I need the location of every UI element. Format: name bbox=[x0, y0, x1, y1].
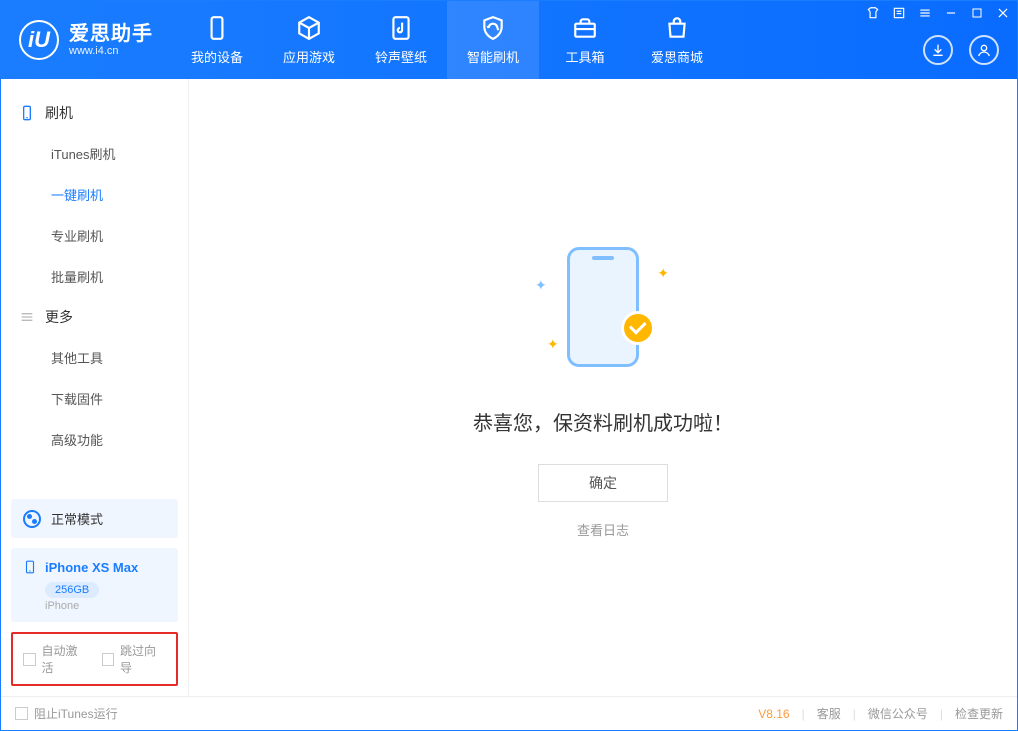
tab-label: 爱思商城 bbox=[651, 47, 703, 66]
toolbox-icon bbox=[572, 15, 598, 41]
sidebar-item-itunes-flash[interactable]: iTunes刷机 bbox=[1, 133, 188, 174]
shield-refresh-icon bbox=[480, 15, 506, 41]
body: 刷机 iTunes刷机 一键刷机 专业刷机 批量刷机 更多 其他工具 下载固件 … bbox=[1, 79, 1017, 696]
footer-link-update[interactable]: 检查更新 bbox=[955, 705, 1003, 722]
checkbox-label: 跳过向导 bbox=[120, 642, 166, 676]
tab-toolbox[interactable]: 工具箱 bbox=[539, 1, 631, 79]
sidebar-section-flash: 刷机 bbox=[1, 93, 188, 133]
sidebar-item-download-firmware[interactable]: 下载固件 bbox=[1, 378, 188, 419]
separator: | bbox=[802, 707, 805, 721]
header-right bbox=[923, 35, 999, 65]
checkbox-icon bbox=[23, 653, 36, 666]
tab-apps-games[interactable]: 应用游戏 bbox=[263, 1, 355, 79]
app-title: 爱思助手 bbox=[69, 23, 153, 45]
device-box[interactable]: iPhone XS Max 256GB iPhone bbox=[11, 548, 178, 622]
phone-icon bbox=[19, 105, 35, 121]
checkmark-badge-icon bbox=[621, 311, 655, 345]
tab-label: 我的设备 bbox=[191, 47, 243, 66]
sparkle-icon: ✦ bbox=[535, 277, 547, 294]
tab-label: 智能刷机 bbox=[467, 47, 519, 66]
close-icon[interactable] bbox=[995, 5, 1011, 21]
phone-illustration bbox=[567, 247, 639, 367]
header: iU 爱思助手 www.i4.cn 我的设备 应用游戏 铃声壁纸 智能刷机 bbox=[1, 1, 1017, 79]
checkbox-label: 阻止iTunes运行 bbox=[34, 705, 118, 722]
app-subtitle: www.i4.cn bbox=[69, 45, 153, 57]
separator: | bbox=[853, 707, 856, 721]
bottom-checks-highlighted: 自动激活 跳过向导 bbox=[11, 632, 178, 686]
tab-label: 铃声壁纸 bbox=[375, 47, 427, 66]
footer-link-wechat[interactable]: 微信公众号 bbox=[868, 705, 928, 722]
phone-icon bbox=[204, 15, 230, 41]
logo-icon: iU bbox=[19, 20, 59, 60]
maximize-icon[interactable] bbox=[969, 5, 985, 21]
list-icon bbox=[19, 309, 35, 325]
sidebar: 刷机 iTunes刷机 一键刷机 专业刷机 批量刷机 更多 其他工具 下载固件 … bbox=[1, 79, 189, 696]
sidebar-section-more: 更多 bbox=[1, 297, 188, 337]
mode-label: 正常模式 bbox=[51, 509, 103, 528]
success-message: 恭喜您，保资料刷机成功啦！ bbox=[473, 407, 733, 436]
window-controls bbox=[865, 5, 1011, 21]
sidebar-item-pro-flash[interactable]: 专业刷机 bbox=[1, 215, 188, 256]
logo-area: iU 爱思助手 www.i4.cn bbox=[1, 1, 171, 79]
footer-link-service[interactable]: 客服 bbox=[817, 705, 841, 722]
footer: 阻止iTunes运行 V8.16 | 客服 | 微信公众号 | 检查更新 bbox=[1, 696, 1017, 730]
menu-icon[interactable] bbox=[917, 5, 933, 21]
view-log-link[interactable]: 查看日志 bbox=[577, 520, 629, 539]
section-label: 刷机 bbox=[45, 103, 73, 123]
checkbox-block-itunes[interactable]: 阻止iTunes运行 bbox=[15, 705, 118, 722]
checkbox-icon bbox=[15, 707, 28, 720]
checkbox-label: 自动激活 bbox=[42, 642, 88, 676]
minimize-icon[interactable] bbox=[943, 5, 959, 21]
device-name: iPhone XS Max bbox=[45, 560, 138, 575]
ok-button[interactable]: 确定 bbox=[538, 464, 668, 502]
sparkle-icon: ✦ bbox=[657, 265, 669, 282]
sidebar-item-onekey-flash[interactable]: 一键刷机 bbox=[1, 174, 188, 215]
cube-icon bbox=[296, 15, 322, 41]
tab-label: 应用游戏 bbox=[283, 47, 335, 66]
phone-icon bbox=[23, 558, 37, 576]
device-name-row: iPhone XS Max bbox=[23, 558, 166, 576]
footer-right: V8.16 | 客服 | 微信公众号 | 检查更新 bbox=[758, 705, 1003, 722]
checkbox-skip-guide[interactable]: 跳过向导 bbox=[102, 642, 167, 676]
sidebar-item-other-tools[interactable]: 其他工具 bbox=[1, 337, 188, 378]
tab-my-device[interactable]: 我的设备 bbox=[171, 1, 263, 79]
tab-store[interactable]: 爱思商城 bbox=[631, 1, 723, 79]
music-file-icon bbox=[388, 15, 414, 41]
app-window: iU 爱思助手 www.i4.cn 我的设备 应用游戏 铃声壁纸 智能刷机 bbox=[0, 0, 1018, 731]
version-label: V8.16 bbox=[758, 707, 789, 721]
sidebar-bottom: 正常模式 iPhone XS Max 256GB iPhone bbox=[1, 489, 188, 632]
shirt-icon[interactable] bbox=[865, 5, 881, 21]
device-type: iPhone bbox=[45, 600, 166, 612]
header-tabs: 我的设备 应用游戏 铃声壁纸 智能刷机 工具箱 爱思商城 bbox=[171, 1, 723, 79]
success-illustration: ✦ ✦ ✦ bbox=[533, 237, 673, 377]
list-icon[interactable] bbox=[891, 5, 907, 21]
tab-smart-flash[interactable]: 智能刷机 bbox=[447, 1, 539, 79]
sidebar-item-advanced[interactable]: 高级功能 bbox=[1, 419, 188, 460]
mode-box[interactable]: 正常模式 bbox=[11, 499, 178, 538]
sparkle-icon: ✦ bbox=[547, 336, 559, 353]
user-icon[interactable] bbox=[969, 35, 999, 65]
checkbox-auto-activate[interactable]: 自动激活 bbox=[23, 642, 88, 676]
checkbox-icon bbox=[102, 653, 115, 666]
sidebar-item-batch-flash[interactable]: 批量刷机 bbox=[1, 256, 188, 297]
device-capacity: 256GB bbox=[45, 582, 99, 598]
mode-icon bbox=[23, 510, 41, 528]
main-content: ✦ ✦ ✦ 恭喜您，保资料刷机成功啦！ 确定 查看日志 bbox=[189, 79, 1017, 696]
section-label: 更多 bbox=[45, 307, 73, 327]
separator: | bbox=[940, 707, 943, 721]
download-icon[interactable] bbox=[923, 35, 953, 65]
bag-icon bbox=[664, 15, 690, 41]
tab-ringtones-wallpapers[interactable]: 铃声壁纸 bbox=[355, 1, 447, 79]
tab-label: 工具箱 bbox=[565, 47, 604, 66]
logo-text: 爱思助手 www.i4.cn bbox=[69, 23, 153, 57]
